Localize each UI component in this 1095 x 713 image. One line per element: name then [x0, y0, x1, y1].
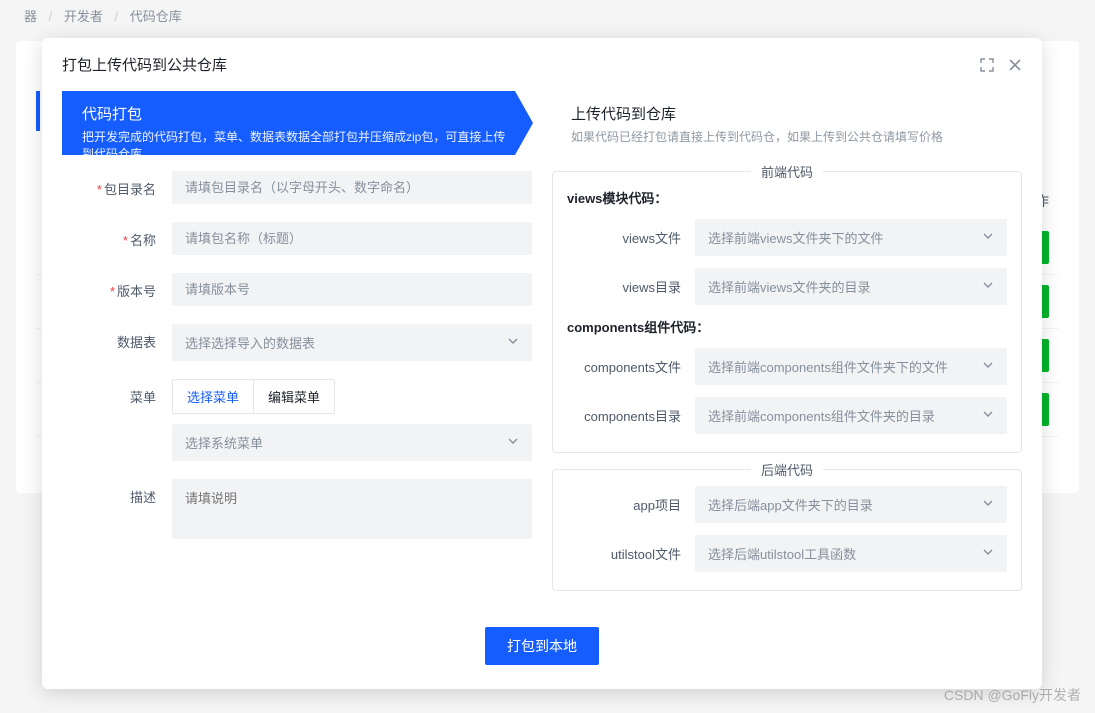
chevron-down-icon — [982, 546, 994, 561]
select-datatable[interactable]: 选择选择导入的数据表 — [172, 324, 532, 361]
step-desc: 如果代码已经打包请直接上传到代码仓，如果上传到公共仓请填写价格 — [571, 128, 1002, 145]
modal-dialog: 打包上传代码到公共仓库 代码打包 把开发完成的代码打包，菜单、数据表数据全部打包… — [42, 38, 1042, 689]
legend-frontend: 前端代码 — [751, 162, 823, 181]
tab-select-menu[interactable]: 选择菜单 — [173, 380, 253, 413]
select-placeholder: 选择选择导入的数据表 — [185, 333, 315, 352]
label-datatable: 数据表 — [62, 324, 172, 351]
select-placeholder: 选择系统菜单 — [185, 433, 263, 452]
select-placeholder: 选择前端views文件夹下的文件 — [708, 228, 884, 247]
chevron-down-icon — [982, 408, 994, 423]
label-views-dir: views目录 — [567, 277, 695, 296]
fieldset-frontend: 前端代码 views模块代码： views文件 选择前端views文件夹下的文件… — [552, 171, 1022, 453]
label-utils: utilstool文件 — [567, 544, 695, 563]
modal-body: 包目录名 名称 版本号 数据表 选择选择导入的数据表 — [42, 155, 1042, 627]
label-comp-file: components文件 — [567, 357, 695, 376]
submit-button[interactable]: 打包到本地 — [485, 627, 599, 665]
select-app[interactable]: 选择后端app文件夹下的目录 — [695, 486, 1007, 523]
select-menu[interactable]: 选择系统菜单 — [172, 424, 532, 461]
select-placeholder: 选择前端components组件文件夹下的文件 — [708, 357, 948, 376]
steps-nav: 代码打包 把开发完成的代码打包，菜单、数据表数据全部打包并压缩成zip包，可直接… — [62, 91, 1022, 155]
label-name: 名称 — [62, 222, 172, 249]
form-left-column: 包目录名 名称 版本号 数据表 选择选择导入的数据表 — [62, 171, 532, 607]
close-icon[interactable] — [1008, 58, 1022, 72]
input-pkg-dir[interactable] — [172, 171, 532, 204]
modal-title: 打包上传代码到公共仓库 — [62, 54, 227, 75]
textarea-desc[interactable] — [172, 479, 532, 539]
select-views-dir[interactable]: 选择前端views文件夹的目录 — [695, 268, 1007, 305]
select-views-file[interactable]: 选择前端views文件夹下的文件 — [695, 219, 1007, 256]
chevron-down-icon — [982, 279, 994, 294]
chevron-down-icon — [982, 230, 994, 245]
label-desc: 描述 — [62, 479, 172, 506]
tab-edit-menu[interactable]: 编辑菜单 — [253, 380, 334, 413]
select-placeholder: 选择前端components组件文件夹的目录 — [708, 406, 935, 425]
step-title: 上传代码到仓库 — [571, 103, 1002, 124]
heading-components: components组件代码： — [567, 317, 1007, 336]
input-version[interactable] — [172, 273, 532, 306]
modal-header: 打包上传代码到公共仓库 — [42, 38, 1042, 91]
fieldset-backend: 后端代码 app项目 选择后端app文件夹下的目录 utilstool文件 — [552, 469, 1022, 591]
chevron-down-icon — [982, 497, 994, 512]
label-version: 版本号 — [62, 273, 172, 300]
chevron-down-icon — [507, 435, 519, 450]
select-placeholder: 选择后端utilstool工具函数 — [708, 544, 856, 563]
step-title: 代码打包 — [82, 103, 513, 124]
label-menu: 菜单 — [62, 379, 172, 406]
label-pkg-dir: 包目录名 — [62, 171, 172, 198]
watermark: CSDN @GoFly开发者 — [944, 685, 1081, 705]
menu-tabs: 选择菜单 编辑菜单 — [172, 379, 335, 414]
step-upload[interactable]: 上传代码到仓库 如果代码已经打包请直接上传到代码仓，如果上传到公共仓请填写价格 — [533, 91, 1022, 155]
input-name[interactable] — [172, 222, 532, 255]
form-right-column: 前端代码 views模块代码： views文件 选择前端views文件夹下的文件… — [552, 171, 1022, 607]
chevron-down-icon — [982, 359, 994, 374]
chevron-down-icon — [507, 335, 519, 350]
select-utils[interactable]: 选择后端utilstool工具函数 — [695, 535, 1007, 572]
heading-views: views模块代码： — [567, 188, 1007, 207]
legend-backend: 后端代码 — [751, 460, 823, 479]
label-comp-dir: components目录 — [567, 406, 695, 425]
modal-footer: 打包到本地 — [42, 627, 1042, 689]
fullscreen-icon[interactable] — [980, 58, 994, 72]
select-placeholder: 选择前端views文件夹的目录 — [708, 277, 871, 296]
step-package[interactable]: 代码打包 把开发完成的代码打包，菜单、数据表数据全部打包并压缩成zip包，可直接… — [62, 91, 533, 155]
select-comp-dir[interactable]: 选择前端components组件文件夹的目录 — [695, 397, 1007, 434]
select-comp-file[interactable]: 选择前端components组件文件夹下的文件 — [695, 348, 1007, 385]
label-app: app项目 — [567, 495, 695, 514]
label-views-file: views文件 — [567, 228, 695, 247]
select-placeholder: 选择后端app文件夹下的目录 — [708, 495, 873, 514]
